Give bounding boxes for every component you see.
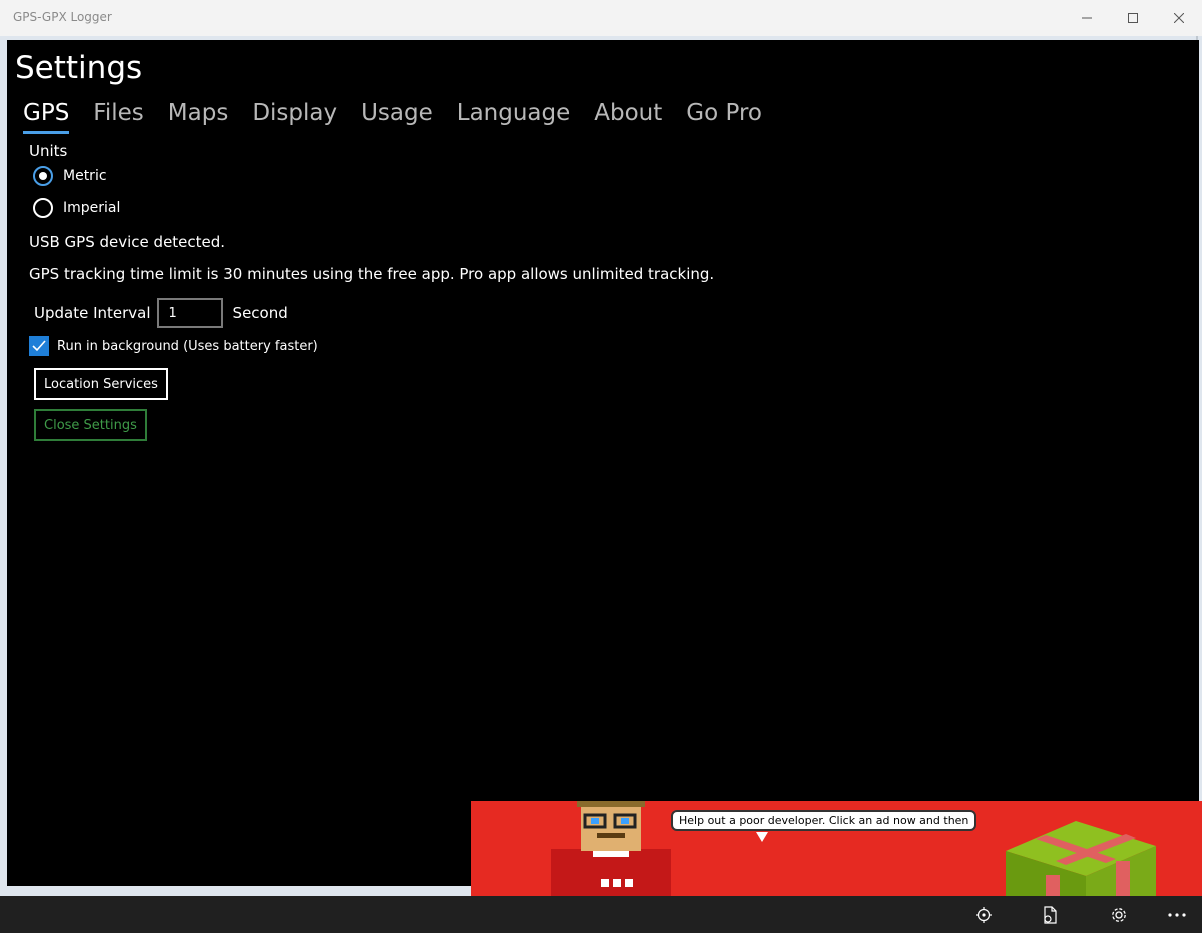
locate-button[interactable] <box>964 896 1004 933</box>
close-window-button[interactable] <box>1156 0 1202 36</box>
gear-icon <box>1112 907 1126 922</box>
tab-go-pro[interactable]: Go Pro <box>686 100 762 130</box>
update-interval-label: Update Interval <box>34 304 151 322</box>
tab-maps[interactable]: Maps <box>168 100 229 130</box>
radio-unchecked-icon[interactable] <box>33 198 53 218</box>
app-title: GPS-GPX Logger <box>13 10 112 24</box>
update-interval-input[interactable] <box>156 298 223 328</box>
update-interval-row: Update Interval Second <box>34 298 288 328</box>
run-in-background-checkbox[interactable]: Run in background (Uses battery faster) <box>29 336 318 356</box>
tab-language[interactable]: Language <box>457 100 571 130</box>
close-settings-button[interactable]: Close Settings <box>34 409 147 441</box>
more-options-button[interactable] <box>1157 896 1197 933</box>
checkmark-icon <box>32 340 46 352</box>
file-export-icon <box>1044 905 1057 924</box>
radio-metric-label: Metric <box>63 168 107 184</box>
minimize-button[interactable] <box>1064 0 1110 36</box>
units-label: Units <box>29 142 68 160</box>
maximize-icon <box>1128 13 1138 23</box>
ad-speech-bubble: Help out a poor developer. Click an ad n… <box>671 810 977 831</box>
tab-gps[interactable]: GPS <box>23 100 70 134</box>
speech-tail-icon <box>756 832 768 842</box>
developer-avatar-icon <box>551 801 671 896</box>
title-bar[interactable]: GPS-GPX Logger <box>0 0 1202 36</box>
export-file-button[interactable] <box>1030 896 1070 933</box>
page-title: Settings <box>15 50 143 86</box>
run-in-background-label: Run in background (Uses battery faster) <box>57 338 318 354</box>
tab-files[interactable]: Files <box>93 100 143 130</box>
radio-metric[interactable]: Metric <box>33 166 107 186</box>
radio-imperial-label: Imperial <box>63 200 121 216</box>
update-interval-unit: Second <box>232 304 288 322</box>
radio-imperial[interactable]: Imperial <box>33 198 120 218</box>
minimize-icon <box>1082 17 1092 19</box>
settings-panel: Settings GPS Files Maps Display Usage La… <box>7 40 1199 886</box>
settings-button[interactable] <box>1099 896 1139 933</box>
radio-checked-icon[interactable] <box>33 166 53 186</box>
more-icon <box>1168 912 1186 917</box>
close-icon <box>1174 13 1184 23</box>
ad-banner[interactable]: Help out a poor developer. Click an ad n… <box>471 801 1202 896</box>
usb-status-text: USB GPS device detected. <box>29 233 226 251</box>
bottom-app-bar <box>0 896 1202 933</box>
maximize-button[interactable] <box>1110 0 1156 36</box>
tab-display[interactable]: Display <box>252 100 337 130</box>
settings-tabs: GPS Files Maps Display Usage Language Ab… <box>23 100 786 134</box>
location-services-button[interactable]: Location Services <box>34 368 168 400</box>
gift-icon <box>1006 821 1156 896</box>
checkbox-checked-icon[interactable] <box>29 336 49 356</box>
tab-about[interactable]: About <box>594 100 662 130</box>
tab-usage[interactable]: Usage <box>361 100 433 130</box>
time-limit-text: GPS tracking time limit is 30 minutes us… <box>29 265 715 283</box>
app-window: GPS-GPX Logger Settings GPS Files Maps D… <box>0 0 1202 933</box>
locate-icon <box>976 906 992 923</box>
